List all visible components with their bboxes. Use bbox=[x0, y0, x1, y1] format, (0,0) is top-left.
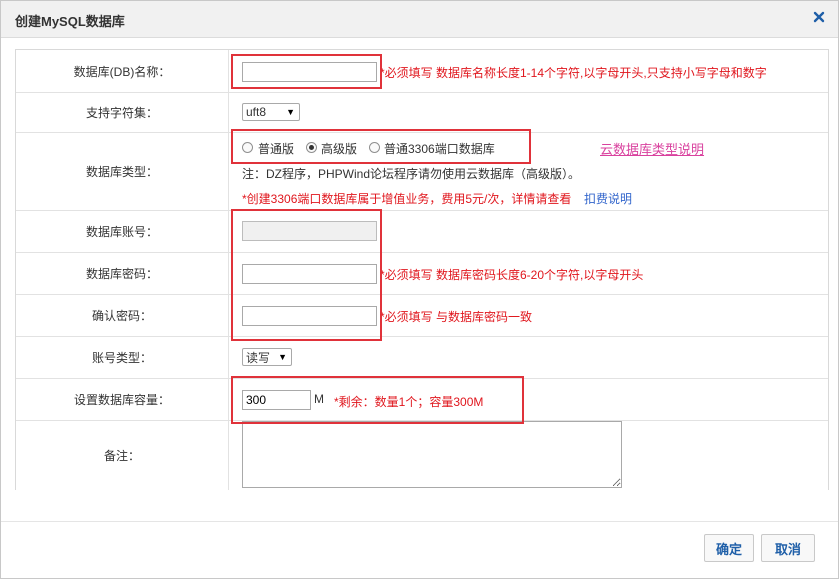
row-account-type: 账号类型： 读写 ▼ bbox=[16, 336, 828, 379]
row-confirm-password: 确认密码： *必须填写 与数据库密码一致 bbox=[16, 294, 828, 337]
highlight-box-credentials bbox=[231, 209, 382, 341]
create-mysql-dialog: 创建MySQL数据库 数据库(DB)名称： *必须填写 数据库名称长度1-14个… bbox=[0, 0, 839, 579]
billing-link[interactable]: 扣费说明 bbox=[584, 190, 632, 207]
password-hint: *必须填写 数据库密码长度6-20个字符,以字母开头 bbox=[380, 268, 644, 282]
dialog-title: 创建MySQL数据库 bbox=[15, 14, 125, 29]
confirm-password-hint: *必须填写 与数据库密码一致 bbox=[380, 310, 533, 324]
row-remark: 备注： bbox=[16, 420, 828, 490]
remark-textarea[interactable] bbox=[242, 421, 622, 488]
confirm-password-label: 确认密码： bbox=[16, 294, 229, 336]
charset-label: 支持字符集： bbox=[16, 92, 229, 132]
account-label: 数据库账号： bbox=[16, 210, 229, 252]
remark-label: 备注： bbox=[16, 420, 229, 490]
db-type-label: 数据库类型： bbox=[16, 132, 229, 210]
highlight-box-db-name bbox=[231, 54, 382, 89]
chevron-down-icon: ▼ bbox=[278, 352, 287, 362]
account-type-selected: 读写 bbox=[246, 350, 271, 365]
highlight-box-capacity bbox=[231, 376, 524, 424]
footer-divider bbox=[1, 521, 838, 522]
db-name-hint: *必须填写 数据库名称长度1-14个字符,以字母开头,只支持小写字母和数字 bbox=[380, 66, 767, 80]
cancel-button[interactable]: 取消 bbox=[761, 534, 815, 562]
row-account: 数据库账号： bbox=[16, 210, 828, 253]
dialog-titlebar: 创建MySQL数据库 bbox=[1, 1, 838, 38]
capacity-label: 设置数据库容量： bbox=[16, 378, 229, 420]
row-charset: 支持字符集： uft8 ▼ bbox=[16, 92, 828, 133]
chevron-down-icon: ▼ bbox=[286, 107, 295, 117]
db-type-help-link[interactable]: 云数据库类型说明 bbox=[600, 139, 704, 158]
close-icon[interactable] bbox=[812, 10, 826, 24]
confirm-button[interactable]: 确定 bbox=[704, 534, 754, 562]
account-type-select[interactable]: 读写 ▼ bbox=[242, 348, 292, 366]
password-label: 数据库密码： bbox=[16, 252, 229, 294]
highlight-box-db-type bbox=[231, 129, 531, 164]
row-password: 数据库密码： *必须填写 数据库密码长度6-20个字符,以字母开头 bbox=[16, 252, 828, 295]
db-type-warning: *创建3306端口数据库属于增值业务，费用5元/次，详情请查看 bbox=[242, 192, 572, 206]
charset-select[interactable]: uft8 ▼ bbox=[242, 103, 300, 121]
charset-selected: uft8 bbox=[246, 105, 267, 119]
db-name-label: 数据库(DB)名称： bbox=[16, 50, 229, 92]
row-db-name: 数据库(DB)名称： *必须填写 数据库名称长度1-14个字符,以字母开头,只支… bbox=[16, 50, 828, 93]
account-type-label: 账号类型： bbox=[16, 336, 229, 378]
db-type-note: 注：DZ程序，PHPWind论坛程序请勿使用云数据库（高级版）。 bbox=[242, 167, 581, 181]
